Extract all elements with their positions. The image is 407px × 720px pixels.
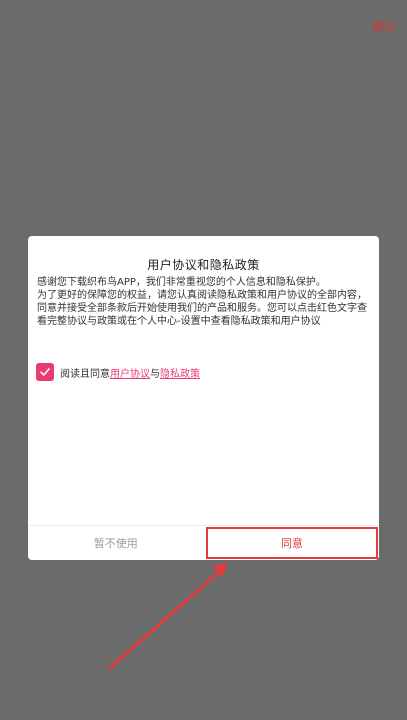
consent-prefix: 阅读且同意 xyxy=(60,368,110,380)
privacy-policy-link[interactable]: 隐私政策 xyxy=(160,365,200,380)
decline-button[interactable]: 暂不使用 xyxy=(28,526,204,560)
agree-button[interactable]: 同意 xyxy=(206,527,378,559)
skip-button[interactable]: 跳过 xyxy=(373,18,395,34)
intro-paragraph: 感谢您下载织布鸟APP，我们非常重视您的个人信息和隐私保护。 xyxy=(37,277,326,288)
user-agreement-link[interactable]: 用户协议 xyxy=(110,365,150,380)
consent-row: 阅读且同意 用户协议 与 隐私政策 xyxy=(36,362,200,382)
consent-checkbox[interactable] xyxy=(36,363,54,381)
dialog-title: 用户协议和隐私政策 xyxy=(147,258,260,272)
dialog-body: 感谢您下载织布鸟APP，我们非常重视您的个人信息和隐私保护。 为了更好的保障您的… xyxy=(37,276,367,328)
privacy-dialog: 用户协议和隐私政策 感谢您下载织布鸟APP，我们非常重视您的个人信息和隐私保护。… xyxy=(28,236,379,560)
terms-paragraph: 为了更好的保障您的权益，请您认真阅读隐私政策和用户协议的全部内容，同意并接受全部… xyxy=(37,290,367,327)
checkmark-icon xyxy=(40,368,50,376)
consent-connector: 与 xyxy=(150,368,160,380)
